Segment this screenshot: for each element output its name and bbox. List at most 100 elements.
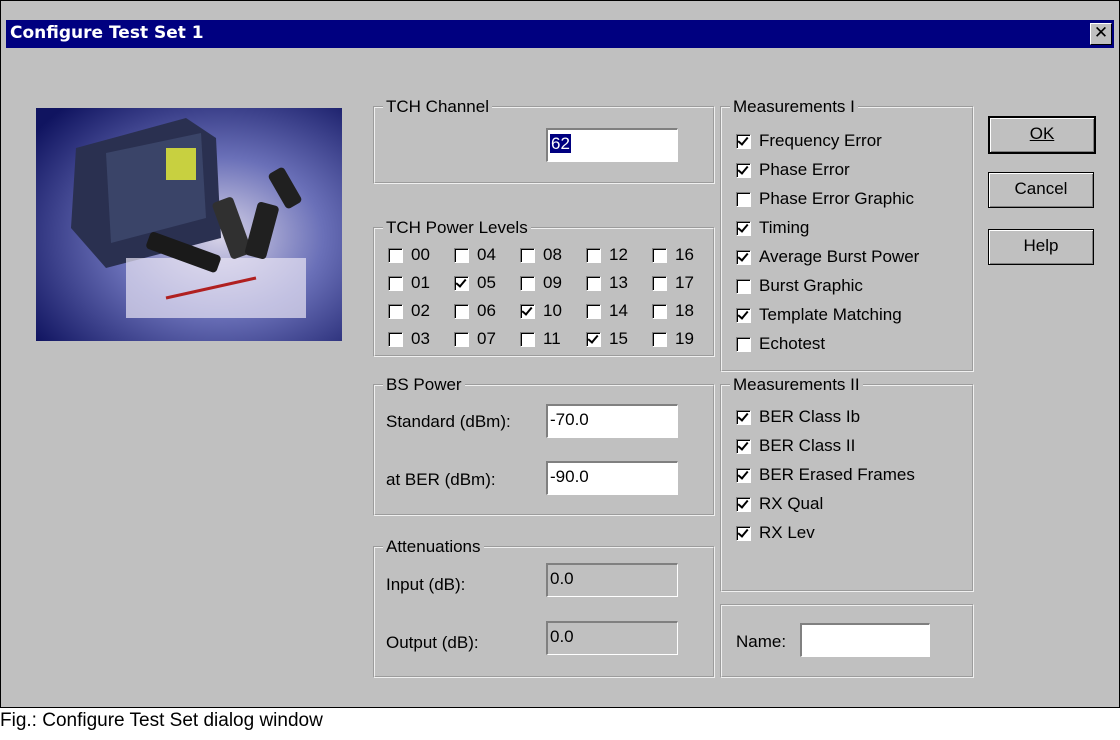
- measurement-i-label: Phase Error Graphic: [759, 189, 914, 208]
- power-level-checkbox[interactable]: 18: [652, 300, 694, 322]
- checkbox-box[interactable]: [736, 525, 751, 541]
- checkbox-box[interactable]: [586, 303, 601, 319]
- input-db-field: 0.0: [546, 563, 678, 597]
- power-level-label: 03: [411, 329, 430, 348]
- checkbox-box[interactable]: [736, 220, 751, 236]
- power-level-label: 04: [477, 245, 496, 264]
- checkbox-box[interactable]: [736, 191, 751, 207]
- checkbox-box[interactable]: [388, 275, 403, 291]
- power-level-checkbox[interactable]: 12: [586, 244, 628, 266]
- checkbox-box[interactable]: [586, 275, 601, 291]
- measurement-i-checkbox[interactable]: Phase Error: [736, 159, 850, 181]
- measurement-ii-checkbox[interactable]: RX Qual: [736, 493, 823, 515]
- power-level-checkbox[interactable]: 06: [454, 300, 496, 322]
- power-level-checkbox[interactable]: 19: [652, 328, 694, 350]
- power-level-checkbox[interactable]: 05: [454, 272, 496, 294]
- power-level-checkbox[interactable]: 16: [652, 244, 694, 266]
- standard-dbm-input[interactable]: -70.0: [546, 404, 678, 438]
- measurement-i-checkbox[interactable]: Burst Graphic: [736, 275, 863, 297]
- tch-power-levels-legend: TCH Power Levels: [383, 218, 531, 238]
- output-db-field: 0.0: [546, 621, 678, 655]
- checkbox-box[interactable]: [736, 307, 751, 323]
- ok-button[interactable]: OK: [988, 116, 1096, 154]
- power-level-label: 12: [609, 245, 628, 264]
- product-photo: [36, 108, 342, 341]
- measurement-i-checkbox[interactable]: Template Matching: [736, 304, 902, 326]
- close-icon[interactable]: ✕: [1090, 23, 1112, 45]
- help-button[interactable]: Help: [988, 229, 1094, 265]
- measurement-i-checkbox[interactable]: Phase Error Graphic: [736, 188, 914, 210]
- power-level-checkbox[interactable]: 10: [520, 300, 562, 322]
- measurements-i-legend: Measurements I: [730, 97, 858, 117]
- name-input[interactable]: [800, 623, 930, 657]
- checkbox-box[interactable]: [736, 496, 751, 512]
- power-level-checkbox[interactable]: 13: [586, 272, 628, 294]
- checkbox-box[interactable]: [736, 278, 751, 294]
- checkbox-box[interactable]: [520, 303, 535, 319]
- power-level-checkbox[interactable]: 14: [586, 300, 628, 322]
- checkbox-box[interactable]: [736, 409, 751, 425]
- power-level-label: 17: [675, 273, 694, 292]
- measurement-i-checkbox[interactable]: Average Burst Power: [736, 246, 919, 268]
- checkbox-box[interactable]: [454, 247, 469, 263]
- measurement-i-checkbox[interactable]: Timing: [736, 217, 809, 239]
- measurement-ii-checkbox[interactable]: BER Erased Frames: [736, 464, 915, 486]
- bs-power-legend: BS Power: [383, 375, 465, 395]
- checkbox-box[interactable]: [652, 247, 667, 263]
- checkbox-box[interactable]: [520, 275, 535, 291]
- checkbox-box[interactable]: [388, 303, 403, 319]
- checkbox-box[interactable]: [736, 249, 751, 265]
- checkbox-box[interactable]: [586, 331, 601, 347]
- power-level-checkbox[interactable]: 04: [454, 244, 496, 266]
- measurement-ii-label: BER Class II: [759, 436, 856, 455]
- checkbox-box[interactable]: [520, 331, 535, 347]
- power-level-checkbox[interactable]: 17: [652, 272, 694, 294]
- power-level-checkbox[interactable]: 15: [586, 328, 628, 350]
- cancel-button[interactable]: Cancel: [988, 172, 1094, 208]
- measurement-i-label: Template Matching: [759, 305, 902, 324]
- title-bar[interactable]: Configure Test Set 1 ✕: [6, 20, 1114, 48]
- power-level-label: 07: [477, 329, 496, 348]
- tch-channel-input[interactable]: 62: [546, 128, 678, 162]
- checkbox-box[interactable]: [736, 467, 751, 483]
- checkbox-box[interactable]: [388, 247, 403, 263]
- ber-dbm-label: at BER (dBm):: [386, 470, 496, 489]
- power-level-label: 18: [675, 301, 694, 320]
- checkbox-box[interactable]: [454, 303, 469, 319]
- power-level-label: 10: [543, 301, 562, 320]
- window-title: Configure Test Set 1: [10, 23, 204, 43]
- checkbox-box[interactable]: [736, 336, 751, 352]
- measurement-i-checkbox[interactable]: Frequency Error: [736, 130, 882, 152]
- power-level-checkbox[interactable]: 07: [454, 328, 496, 350]
- checkbox-box[interactable]: [736, 438, 751, 454]
- checkbox-box[interactable]: [736, 133, 751, 149]
- power-level-checkbox[interactable]: 11: [520, 328, 561, 350]
- input-db-label: Input (dB):: [386, 575, 466, 594]
- checkbox-box[interactable]: [586, 247, 601, 263]
- measurement-ii-checkbox[interactable]: BER Class Ib: [736, 406, 860, 428]
- checkbox-box[interactable]: [652, 331, 667, 347]
- measurement-ii-checkbox[interactable]: BER Class II: [736, 435, 855, 457]
- measurement-ii-checkbox[interactable]: RX Lev: [736, 522, 815, 544]
- ber-dbm-input[interactable]: -90.0: [546, 461, 678, 495]
- power-level-checkbox[interactable]: 02: [388, 300, 430, 322]
- power-level-label: 06: [477, 301, 496, 320]
- checkbox-box[interactable]: [454, 331, 469, 347]
- measurement-i-checkbox[interactable]: Echotest: [736, 333, 825, 355]
- power-level-label: 02: [411, 301, 430, 320]
- power-level-checkbox[interactable]: 08: [520, 244, 562, 266]
- output-db-label: Output (dB):: [386, 633, 479, 652]
- power-level-label: 16: [675, 245, 694, 264]
- power-level-checkbox[interactable]: 09: [520, 272, 562, 294]
- checkbox-box[interactable]: [652, 303, 667, 319]
- measurement-i-label: Echotest: [759, 334, 826, 353]
- checkbox-box[interactable]: [652, 275, 667, 291]
- name-label: Name:: [736, 632, 787, 651]
- checkbox-box[interactable]: [388, 331, 403, 347]
- power-level-checkbox[interactable]: 01: [388, 272, 430, 294]
- checkbox-box[interactable]: [454, 275, 469, 291]
- checkbox-box[interactable]: [520, 247, 535, 263]
- power-level-checkbox[interactable]: 03: [388, 328, 430, 350]
- power-level-checkbox[interactable]: 00: [388, 244, 430, 266]
- checkbox-box[interactable]: [736, 162, 751, 178]
